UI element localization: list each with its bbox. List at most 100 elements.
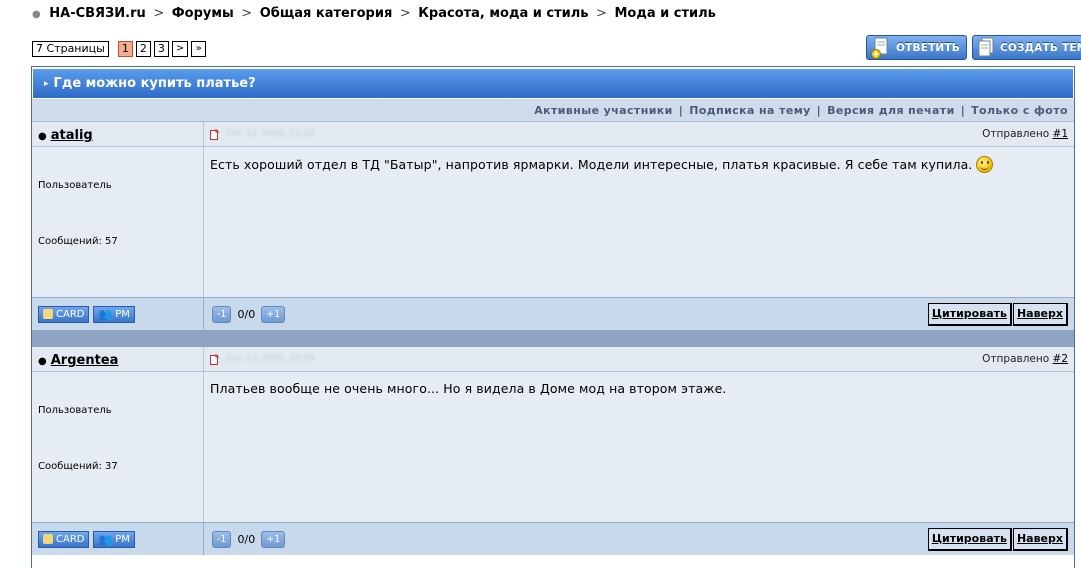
card-button[interactable]: CARD bbox=[38, 305, 90, 323]
vote-plus-button[interactable]: +1 bbox=[261, 305, 286, 323]
users-icon: 👥 bbox=[98, 307, 113, 321]
vote-score: 0/0 bbox=[237, 532, 256, 546]
post-header: ● Argentea Dec 13 2008, 18:08 Отправлено … bbox=[32, 347, 1074, 372]
page-link-3[interactable]: 3 bbox=[153, 41, 169, 57]
post: ● atalig Dec 12 2008, 22:24 Отправлено #1… bbox=[32, 122, 1074, 330]
user-role: Пользователь bbox=[38, 405, 112, 416]
topic-options: Активные участники | Подписка на тему | Верс… bbox=[32, 99, 1074, 122]
vote-plus-button[interactable]: +1 bbox=[261, 530, 286, 548]
bullet-icon: ● bbox=[38, 131, 47, 142]
pagination: 7 Страницы 1 2 3 > » bbox=[32, 41, 207, 57]
vote-minus-button[interactable]: -1 bbox=[212, 530, 232, 548]
page-link-2[interactable]: 2 bbox=[135, 41, 151, 57]
post-date: Dec 12 2008, 22:24 bbox=[226, 129, 316, 139]
post-user-actions: CARD 👥 PM bbox=[32, 298, 204, 330]
page-current: 1 bbox=[117, 41, 133, 57]
user-card-icon bbox=[43, 534, 53, 544]
post-date: Dec 13 2008, 18:08 bbox=[226, 354, 316, 364]
quote-button[interactable]: Цитировать bbox=[927, 302, 1012, 326]
to-top-button[interactable]: Наверх bbox=[1012, 527, 1068, 551]
breadcrumb-separator: > bbox=[399, 6, 411, 21]
bullet-icon: ● bbox=[38, 356, 47, 367]
post-header: ● atalig Dec 12 2008, 22:24 Отправлено #1 bbox=[32, 122, 1074, 147]
post-userinfo: Пользователь Сообщений: 57 bbox=[32, 147, 204, 297]
post-doc-icon bbox=[210, 353, 219, 365]
new-topic-label: СОЗДАТЬ ТЕМУ bbox=[999, 41, 1081, 54]
post-text: Платьев вообще не очень много... Но я ви… bbox=[210, 381, 727, 396]
post-meta: Dec 12 2008, 22:24 Отправлено #1 bbox=[204, 122, 1074, 146]
pm-button[interactable]: 👥 PM bbox=[93, 305, 135, 323]
reply-icon bbox=[871, 37, 888, 59]
reply-button[interactable]: ОТВЕТИТЬ bbox=[866, 35, 967, 60]
post-sent-label: Отправлено bbox=[982, 353, 1050, 365]
new-topic-button[interactable]: СОЗДАТЬ ТЕМУ bbox=[971, 35, 1081, 60]
post: ● Argentea Dec 13 2008, 18:08 Отправлено … bbox=[32, 347, 1074, 555]
card-label: CARD bbox=[56, 533, 85, 545]
to-top-label: Наверх bbox=[1016, 306, 1063, 320]
vote-minus-button[interactable]: -1 bbox=[212, 305, 232, 323]
vote-score: 0/0 bbox=[237, 307, 256, 321]
pm-label: PM bbox=[115, 308, 130, 320]
options-separator: | bbox=[960, 104, 966, 117]
breadcrumb-item-beauty[interactable]: Красота, мода и стиль bbox=[418, 6, 588, 21]
breadcrumb: ● НА-СВЯЗИ.ru > Форумы > Общая категория… bbox=[32, 6, 716, 21]
topic-container: ▸ Где можно купить платье? Активные учас… bbox=[31, 66, 1075, 568]
post-footer: CARD 👥 PM -1 0/0 +1 Цитировать Наверх bbox=[32, 297, 1074, 330]
reply-label: ОТВЕТИТЬ bbox=[896, 41, 960, 54]
post-body: Пользователь Сообщений: 37 Платьев вообщ… bbox=[32, 372, 1074, 522]
to-top-button[interactable]: Наверх bbox=[1012, 302, 1068, 326]
pm-button[interactable]: 👥 PM bbox=[93, 530, 135, 548]
post-content: Платьев вообще не очень много... Но я ви… bbox=[204, 372, 1074, 522]
post-author-cell: ● Argentea bbox=[32, 347, 204, 371]
user-post-count: Сообщений: 57 bbox=[38, 236, 118, 247]
quote-button[interactable]: Цитировать bbox=[927, 527, 1012, 551]
breadcrumb-item-fashion[interactable]: Мода и стиль bbox=[614, 6, 715, 21]
post-body: Пользователь Сообщений: 57 Есть хороший … bbox=[32, 147, 1074, 297]
post-author-link[interactable]: Argentea bbox=[51, 353, 119, 368]
new-topic-icon bbox=[978, 37, 994, 56]
users-icon: 👥 bbox=[98, 532, 113, 546]
post-author-link[interactable]: atalig bbox=[51, 128, 93, 143]
post-footer: CARD 👥 PM -1 0/0 +1 Цитировать Наверх bbox=[32, 522, 1074, 555]
quote-label: Цитировать bbox=[931, 306, 1007, 320]
next-page-button[interactable]: > bbox=[171, 41, 189, 57]
print-version-link[interactable]: Версия для печати bbox=[827, 104, 955, 117]
user-role: Пользователь bbox=[38, 180, 112, 191]
options-separator: | bbox=[678, 104, 684, 117]
last-page-button[interactable]: » bbox=[191, 41, 207, 57]
post-sent: Отправлено #2 bbox=[982, 353, 1068, 365]
photos-only-link[interactable]: Только с фото bbox=[971, 104, 1068, 117]
breadcrumb-separator: > bbox=[596, 6, 607, 21]
arrow-right-icon: ▸ bbox=[44, 78, 49, 89]
breadcrumb-item-forums[interactable]: Форумы bbox=[172, 6, 234, 21]
breadcrumb-separator: > bbox=[241, 6, 253, 21]
smiley-icon bbox=[976, 156, 994, 173]
post-user-actions: CARD 👥 PM bbox=[32, 523, 204, 555]
post-number-link[interactable]: #2 bbox=[1053, 353, 1068, 365]
post-actions: -1 0/0 +1 Цитировать Наверх bbox=[204, 523, 1074, 555]
breadcrumb-separator: > bbox=[153, 6, 165, 21]
post-sent: Отправлено #1 bbox=[982, 128, 1068, 140]
post-userinfo: Пользователь Сообщений: 37 bbox=[32, 372, 204, 522]
quote-label: Цитировать bbox=[931, 531, 1007, 545]
post-meta: Dec 13 2008, 18:08 Отправлено #2 bbox=[204, 347, 1074, 371]
subscribe-link[interactable]: Подписка на тему bbox=[689, 104, 810, 117]
card-button[interactable]: CARD bbox=[38, 530, 90, 548]
post-actions: -1 0/0 +1 Цитировать Наверх bbox=[204, 298, 1074, 330]
user-post-count: Сообщений: 37 bbox=[38, 461, 118, 472]
post-author-cell: ● atalig bbox=[32, 122, 204, 146]
pages-total[interactable]: 7 Страницы bbox=[32, 41, 109, 57]
user-card-icon bbox=[43, 309, 53, 319]
active-users-link[interactable]: Активные участники bbox=[534, 104, 673, 117]
post-rating: -1 0/0 +1 bbox=[212, 305, 286, 323]
topic-title: Где можно купить платье? bbox=[53, 76, 256, 91]
breadcrumb-item-general[interactable]: Общая категория bbox=[260, 6, 393, 21]
topic-header: ▸ Где можно купить платье? bbox=[32, 67, 1074, 99]
post-sent-label: Отправлено bbox=[982, 128, 1050, 140]
breadcrumb-item-site[interactable]: НА-СВЯЗИ.ru bbox=[49, 6, 146, 21]
card-label: CARD bbox=[56, 308, 85, 320]
bullet-icon: ● bbox=[32, 9, 41, 20]
post-divider bbox=[32, 330, 1074, 347]
topic-actions: ОТВЕТИТЬ СОЗДАТЬ ТЕМУ bbox=[866, 35, 1081, 60]
post-number-link[interactable]: #1 bbox=[1053, 128, 1068, 140]
